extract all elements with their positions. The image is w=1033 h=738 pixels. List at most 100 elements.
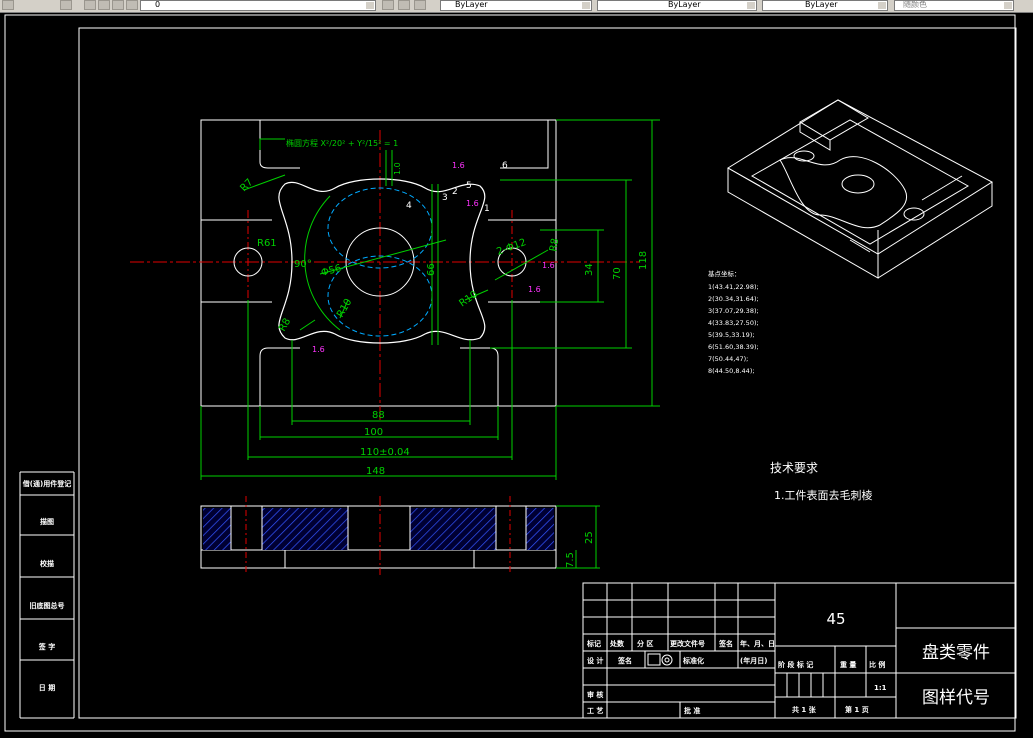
- coord-item: 2(30.34,31.64);: [708, 295, 759, 303]
- strip-label: 描图: [40, 517, 54, 526]
- layer-dropdown[interactable]: 0: [140, 0, 376, 11]
- roughness-mark: 1.6: [528, 285, 541, 294]
- projection-symbol-box: [647, 653, 661, 666]
- layer-state-icon[interactable]: [84, 0, 96, 10]
- dim-70: 70: [612, 267, 623, 280]
- tb-design-date: (年月日): [740, 656, 767, 665]
- chevron-down-icon: [747, 2, 755, 9]
- layer-previous-icon[interactable]: [414, 0, 426, 10]
- ellipse-equation: 椭圆方程 X²/20² + Y²/15² = 1: [286, 138, 398, 148]
- layer-match-icon[interactable]: [398, 0, 410, 10]
- projection-symbol-dot: [664, 657, 670, 663]
- tb-mark-label: 标记: [586, 639, 601, 648]
- coords-title: 基点坐标：: [708, 269, 741, 278]
- plotstyle-value: 随颜色: [903, 0, 927, 9]
- point-label: 6: [502, 161, 508, 171]
- material-value: 45: [826, 610, 845, 628]
- coord-item: 5(39.5,33.19);: [708, 331, 755, 339]
- tb-zone-label: 分 区: [637, 639, 653, 648]
- dim-148: 148: [366, 466, 385, 477]
- tb-scale-label: 比 例: [869, 660, 885, 669]
- dim-r61: R61: [257, 238, 277, 249]
- tb-review-label: 审 核: [587, 690, 603, 699]
- roughness-mark: 1.6: [466, 199, 479, 208]
- tb-count-label: 处数: [609, 639, 625, 648]
- coord-item: 6(51.60,38.39);: [708, 343, 759, 351]
- dim-r10-left: R10: [335, 297, 354, 320]
- linetype-dropdown[interactable]: ByLayer: [597, 0, 757, 11]
- make-current-icon[interactable]: [382, 0, 394, 10]
- toolbar-icon[interactable]: [2, 0, 14, 10]
- layer-walk-icon[interactable]: [112, 0, 124, 10]
- coordinate-list: 基点坐标： 1(43.41,22.98); 2(30.34,31.64); 3(…: [708, 269, 759, 375]
- lineweight-dropdown[interactable]: ByLayer: [762, 0, 888, 11]
- point-label: 4: [406, 201, 412, 211]
- tb-scale-value: 1:1: [874, 684, 887, 692]
- layer-freeze-icon[interactable]: [126, 0, 138, 10]
- dim-100: 100: [364, 427, 383, 438]
- tb-sheet-no: 第 1 页: [845, 705, 869, 714]
- tech-title: 技术要求: [770, 461, 818, 475]
- tb-sign-label: 签名: [718, 639, 733, 648]
- dim-34: 34: [584, 263, 595, 276]
- chevron-down-icon: [582, 2, 590, 9]
- layer-value: 0: [155, 0, 161, 9]
- dimension-lines: [200, 119, 660, 480]
- roughness-mark: 1.6: [312, 345, 325, 354]
- tb-change-label: 更改文件号: [670, 639, 705, 648]
- tb-standard-label: 标准化: [682, 656, 704, 665]
- coord-item: 4(33.83,27.50);: [708, 319, 759, 327]
- dim-66: 66: [426, 263, 437, 276]
- strip-label: 借(通)用件登记: [22, 479, 71, 488]
- tech-requirements: 技术要求 1.工件表面去毛刺棱: [770, 461, 873, 502]
- dim-88: 88: [372, 410, 385, 421]
- dim-angle90: 90°: [294, 259, 312, 270]
- strip-label: 签 字: [38, 642, 55, 651]
- point-label: 3: [442, 193, 448, 203]
- left-strip: [19, 471, 75, 719]
- drawing-code: 图样代号: [922, 688, 990, 708]
- isometric-view: [727, 99, 993, 279]
- color-value: ByLayer: [455, 0, 488, 9]
- section-view: [200, 496, 600, 575]
- layer-prev-icon[interactable]: [98, 0, 110, 10]
- tb-approve-label: 批 准: [684, 706, 700, 715]
- plotstyle-dropdown[interactable]: 随颜色: [894, 0, 1014, 11]
- coord-item: 1(43.41,22.98);: [708, 283, 759, 291]
- tech-item: 1.工件表面去毛刺棱: [774, 488, 873, 502]
- point-label: 1: [484, 204, 490, 214]
- strip-label: 日 期: [39, 683, 55, 692]
- dim-r8-right: R8: [548, 238, 561, 253]
- lineweight-value: ByLayer: [805, 0, 838, 9]
- tb-design-label: 设 计: [587, 656, 603, 665]
- tb-design-sign: 签名: [617, 656, 632, 665]
- point-label: 5: [466, 181, 472, 191]
- top-view: [130, 119, 640, 420]
- color-dropdown[interactable]: ByLayer: [440, 0, 592, 11]
- dim-110: 110±0.04: [360, 447, 410, 458]
- dim-118: 118: [638, 251, 649, 270]
- chevron-down-icon: [1004, 2, 1012, 9]
- dim-r7: R7: [238, 177, 255, 194]
- dim-7-5: 7.5: [565, 552, 576, 568]
- point-label: 2: [452, 187, 458, 197]
- linetype-value: ByLayer: [668, 0, 701, 9]
- tb-date-label: 年、月、日: [740, 639, 775, 648]
- chevron-down-icon: [366, 2, 374, 9]
- tb-stage-label: 阶 段 标 记: [778, 660, 813, 669]
- part-name: 盘类零件: [922, 643, 990, 663]
- tb-sheets: 共 1 张: [792, 705, 817, 714]
- tb-weight-label: 重 量: [840, 660, 856, 669]
- drawing-canvas[interactable]: 借(通)用件登记 描图 校描 旧底图总号 签 字 日 期 118 70 34 6…: [0, 12, 1033, 734]
- coord-item: 7(50.44,47);: [708, 355, 748, 363]
- dim-r10-right: R10: [457, 289, 479, 309]
- roughness-mark: 1.6: [542, 261, 555, 270]
- projection-symbol-icon: [661, 654, 673, 666]
- coord-item: 8(44.50,8.44);: [708, 367, 755, 375]
- roughness-mark: 1.6: [452, 161, 465, 170]
- chevron-down-icon: [878, 2, 886, 9]
- strip-label: 校描: [40, 559, 54, 568]
- dim-25: 25: [584, 531, 595, 544]
- layer-manager-icon[interactable]: [60, 0, 72, 10]
- dim-dia56: Φ56: [320, 263, 343, 279]
